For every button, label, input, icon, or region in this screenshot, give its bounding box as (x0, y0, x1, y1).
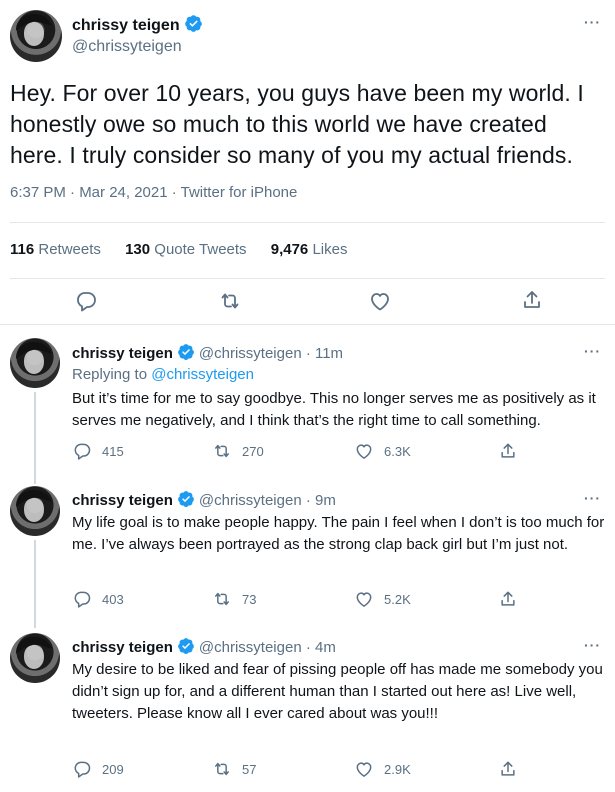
reply-header: chrissy teigen @chrissyteigen · 9m (72, 490, 336, 509)
divider (10, 278, 605, 279)
more-icon[interactable]: ··· (584, 343, 601, 359)
retweet-count: 73 (242, 591, 257, 607)
verified-badge-icon (177, 343, 195, 361)
engagement-stats: 116 Retweets 130 Quote Tweets 9,476 Like… (10, 241, 367, 258)
share-button[interactable] (498, 589, 518, 609)
like-button[interactable]: 2.9K (354, 759, 411, 779)
share-icon (498, 759, 518, 779)
replying-to-handle[interactable]: @chrissyteigen (151, 366, 254, 383)
display-name[interactable]: chrissy teigen (72, 345, 173, 362)
reply-icon (74, 289, 98, 313)
like-icon (354, 759, 374, 779)
replying-to: Replying to @chrissyteigen (72, 366, 254, 383)
verified-badge-icon (177, 490, 195, 508)
reply-header: chrissy teigen @chrissyteigen · 11m (72, 343, 343, 362)
thread-line (34, 540, 36, 628)
retweet-button[interactable]: 57 (212, 759, 256, 779)
more-icon[interactable]: ··· (584, 490, 601, 506)
like-count: 2.9K (384, 761, 411, 777)
handle[interactable]: @chrissyteigen (72, 38, 182, 56)
like-count: 6.3K (384, 443, 411, 459)
likes-count: 9,476 (270, 241, 309, 258)
reply-count: 415 (102, 443, 124, 459)
retweets-stat[interactable]: 116 Retweets (10, 241, 101, 258)
handle-timestamp[interactable]: @chrissyteigen · 9m (199, 492, 336, 509)
divider (10, 222, 605, 223)
reply-button[interactable]: 209 (72, 759, 124, 779)
share-button[interactable] (520, 288, 544, 312)
avatar[interactable] (10, 338, 60, 388)
reply-button[interactable]: 403 (72, 589, 124, 609)
more-icon[interactable]: ··· (584, 14, 601, 30)
like-icon (354, 441, 374, 461)
tweet-text: My desire to be liked and fear of pissin… (72, 661, 603, 722)
display-name[interactable]: chrissy teigen (72, 639, 173, 656)
like-icon (368, 289, 392, 313)
retweet-button[interactable]: 270 (212, 441, 264, 461)
like-count: 5.2K (384, 591, 411, 607)
share-icon (498, 441, 518, 461)
divider (0, 324, 615, 325)
display-name-row[interactable]: chrissy teigen (72, 14, 203, 35)
quote-tweets-count: 130 (125, 241, 151, 258)
retweet-icon (218, 289, 242, 313)
like-button[interactable]: 6.3K (354, 441, 411, 461)
likes-label: Likes (312, 241, 348, 258)
reply-icon (72, 589, 92, 609)
verified-badge-icon (177, 637, 195, 655)
retweet-button[interactable]: 73 (212, 589, 256, 609)
more-icon[interactable]: ··· (584, 637, 601, 653)
avatar[interactable] (10, 633, 60, 683)
like-button[interactable] (368, 289, 392, 313)
likes-stat[interactable]: 9,476 Likes (271, 241, 348, 258)
retweet-count: 57 (242, 761, 257, 777)
display-name[interactable]: chrissy teigen (72, 492, 173, 509)
retweet-button[interactable] (218, 289, 242, 313)
reply-button[interactable]: 415 (72, 441, 124, 461)
reply-count: 403 (102, 591, 124, 607)
reply-count: 209 (102, 761, 124, 777)
reply-icon (72, 441, 92, 461)
share-icon (520, 288, 544, 312)
verified-badge-icon (184, 14, 203, 33)
like-icon (354, 589, 374, 609)
quote-tweets-label: Quote Tweets (154, 241, 247, 258)
reply-button[interactable] (74, 289, 98, 313)
retweet-count: 270 (242, 443, 264, 459)
tweet-text: But it’s time for me to say goodbye. Thi… (72, 390, 596, 429)
share-button[interactable] (498, 759, 518, 779)
thread-line (34, 392, 36, 484)
display-name[interactable]: chrissy teigen (72, 17, 180, 34)
like-button[interactable]: 5.2K (354, 589, 411, 609)
tweet-timestamp[interactable]: 6:37 PM · Mar 24, 2021 · Twitter for iPh… (10, 184, 297, 201)
share-icon (498, 589, 518, 609)
retweets-count: 116 (10, 241, 35, 258)
avatar[interactable] (10, 10, 62, 62)
handle-timestamp[interactable]: @chrissyteigen · 4m (199, 639, 336, 656)
tweet-text: Hey. For over 10 years, you guys have be… (10, 80, 584, 168)
reply-header: chrissy teigen @chrissyteigen · 4m (72, 637, 336, 656)
avatar[interactable] (10, 486, 60, 536)
quote-tweets-stat[interactable]: 130 Quote Tweets (125, 241, 246, 258)
retweets-label: Retweets (38, 241, 101, 258)
reply-icon (72, 759, 92, 779)
retweet-icon (212, 589, 232, 609)
share-button[interactable] (498, 441, 518, 461)
replying-prefix: Replying to (72, 366, 148, 383)
retweet-icon (212, 759, 232, 779)
retweet-icon (212, 441, 232, 461)
handle-timestamp[interactable]: @chrissyteigen · 11m (199, 345, 343, 362)
tweet-text: My life goal is to make people happy. Th… (72, 514, 605, 553)
